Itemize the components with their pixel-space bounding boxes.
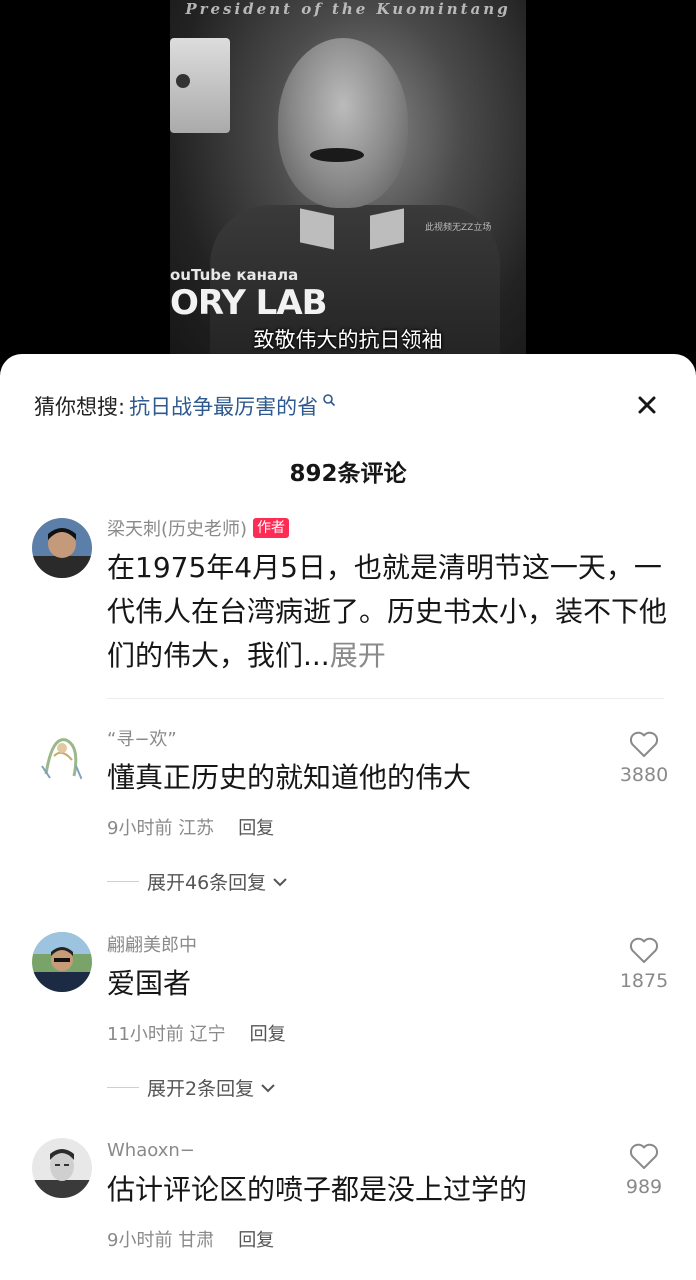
reply-button[interactable]: 回复 bbox=[238, 814, 274, 840]
video-overlay-title: President of the Kuomintang bbox=[185, 0, 511, 18]
divider bbox=[107, 881, 139, 882]
comment-text-body: 在1975年4月5日，也就是清明节这一天，一代伟人在台湾病逝了。历史书太小，装不… bbox=[107, 551, 668, 672]
reply-button[interactable]: 回复 bbox=[238, 1226, 274, 1252]
search-suggestion[interactable]: 猜你想搜: 抗日战争最厉害的省 bbox=[34, 390, 336, 422]
heart-icon bbox=[629, 937, 659, 963]
avatar[interactable] bbox=[32, 726, 92, 786]
expand-replies-button[interactable]: 展开2条回复 bbox=[107, 1074, 286, 1101]
suggestion-prefix: 猜你想搜: bbox=[34, 395, 126, 419]
video-subtitle: 致敬伟大的抗日领袖 bbox=[253, 328, 443, 352]
divider bbox=[107, 698, 664, 699]
video-player[interactable]: President of the Kuomintang 此视频无ZZ立场 ouT… bbox=[0, 0, 696, 380]
collar-insignia-right bbox=[370, 208, 404, 250]
comment-time-location: 11小时前 辽宁 bbox=[107, 1020, 226, 1046]
comment-location: 甘肃 bbox=[178, 1230, 215, 1251]
like-count: 989 bbox=[625, 1176, 663, 1198]
close-icon bbox=[638, 396, 656, 414]
video-frame: President of the Kuomintang 此视频无ZZ立场 ouT… bbox=[170, 0, 526, 372]
microphone-image bbox=[170, 38, 230, 133]
comment-time: 9小时前 bbox=[107, 1230, 173, 1251]
like-button[interactable]: 1875 bbox=[614, 936, 674, 992]
suggestion-term-link[interactable]: 抗日战争最厉害的省 bbox=[129, 391, 318, 421]
comment-username[interactable]: 翩翩美郎中 bbox=[107, 932, 286, 956]
avatar[interactable] bbox=[32, 932, 92, 992]
chevron-down-icon bbox=[261, 1083, 275, 1092]
author-badge: 作者 bbox=[253, 518, 290, 538]
avatar[interactable] bbox=[32, 1138, 92, 1198]
expand-replies-button[interactable]: 展开46条回复 bbox=[107, 868, 471, 895]
comment-username[interactable]: Whaoxn− bbox=[107, 1138, 527, 1162]
heart-icon bbox=[629, 1143, 659, 1169]
comment-time: 11小时前 bbox=[107, 1024, 184, 1045]
video-watermark: 此视频无ZZ立场 bbox=[425, 223, 492, 233]
comment-sheet: 猜你想搜: 抗日战争最厉害的省 892条评论 梁天刺(历史老师) 作者 在197… bbox=[0, 354, 696, 1280]
comment-time-location: 9小时前 甘肃 bbox=[107, 1226, 214, 1252]
comment-text[interactable]: 爱国者 bbox=[107, 962, 286, 1006]
comment-text[interactable]: 在1975年4月5日，也就是清明节这一天，一代伟人在台湾病逝了。历史书太小，装不… bbox=[107, 546, 667, 678]
comment-text[interactable]: 估计评论区的喷子都是没上过学的 bbox=[107, 1168, 527, 1212]
comment-username[interactable]: 梁天刺(历史老师) bbox=[107, 515, 247, 541]
like-button[interactable]: 989 bbox=[614, 1142, 674, 1198]
expand-replies-label: 展开2条回复 bbox=[147, 1078, 255, 1100]
like-count: 3880 bbox=[619, 764, 669, 786]
comment-username[interactable]: “寻−欢” bbox=[107, 726, 471, 750]
divider bbox=[107, 1087, 139, 1088]
portrait-mustache bbox=[310, 148, 364, 162]
comment-time-location: 9小时前 江苏 bbox=[107, 814, 214, 840]
video-channel-line: ouTube канала bbox=[170, 266, 299, 284]
video-lab-text: ORY LAB bbox=[170, 283, 328, 323]
reply-button[interactable]: 回复 bbox=[250, 1020, 286, 1046]
expand-comment-link[interactable]: 展开 bbox=[330, 639, 386, 672]
comment-location: 辽宁 bbox=[189, 1024, 226, 1045]
avatar[interactable] bbox=[32, 518, 92, 578]
comment-time: 9小时前 bbox=[107, 818, 173, 839]
portrait-head bbox=[278, 38, 408, 208]
chevron-down-icon bbox=[273, 877, 287, 886]
collar-insignia-left bbox=[300, 208, 334, 250]
like-count: 1875 bbox=[619, 970, 669, 992]
like-button[interactable]: 3880 bbox=[614, 730, 674, 786]
heart-icon bbox=[629, 731, 659, 757]
comment-location: 江苏 bbox=[178, 818, 215, 839]
expand-replies-label: 展开46条回复 bbox=[147, 872, 267, 894]
comment-count-title: 892条评论 bbox=[289, 461, 407, 487]
search-icon bbox=[323, 394, 336, 407]
comment-text[interactable]: 懂真正历史的就知道他的伟大 bbox=[107, 756, 471, 800]
close-button[interactable] bbox=[634, 392, 660, 418]
